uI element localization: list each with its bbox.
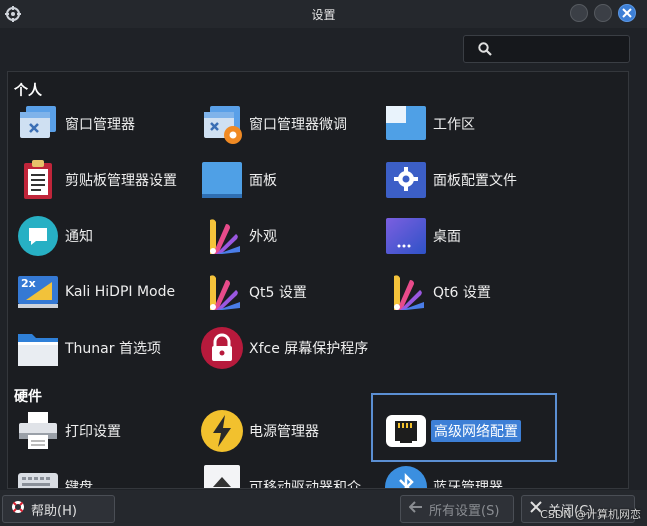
- clipboard-icon: [16, 158, 60, 202]
- workspaces-icon: [384, 102, 428, 146]
- item-label: Thunar 首选项: [65, 341, 161, 357]
- item-label: 外观: [249, 229, 277, 245]
- maximize-button[interactable]: [594, 4, 612, 22]
- search-icon: [478, 42, 492, 56]
- item-hidpi[interactable]: 2x Kali HiDPI Mode: [16, 270, 175, 314]
- window-manager-tweaks-icon: [200, 102, 244, 146]
- item-screensaver[interactable]: Xfce 屏幕保护程序: [200, 326, 368, 370]
- window-manager-icon: [16, 102, 60, 146]
- folder-icon: [16, 326, 60, 370]
- svg-text:2x: 2x: [21, 277, 36, 290]
- item-clipboard[interactable]: 剪贴板管理器设置: [16, 158, 177, 202]
- desktop-icon: [384, 214, 428, 258]
- item-label: 可移动驱动器和介: [249, 480, 361, 489]
- section-personal: 个人: [14, 83, 42, 99]
- help-button[interactable]: 帮助(H): [2, 495, 115, 523]
- item-label: 窗口管理器: [65, 117, 135, 133]
- title-bar: 设置: [0, 0, 647, 28]
- search-field[interactable]: [463, 35, 630, 63]
- power-icon: [200, 409, 244, 453]
- item-label: 剪贴板管理器设置: [65, 173, 177, 189]
- help-lifebuoy-icon: [11, 500, 25, 518]
- item-label: Qt6 设置: [433, 285, 491, 301]
- watermark-text: CSDN @计算机网恋: [540, 508, 641, 521]
- item-notifications[interactable]: 通知: [16, 214, 93, 258]
- item-label: 面板: [249, 173, 277, 189]
- minimize-button[interactable]: [570, 4, 588, 22]
- printer-icon: [16, 409, 60, 453]
- item-appearance[interactable]: 外观: [200, 214, 277, 258]
- item-power-manager[interactable]: 电源管理器: [200, 409, 319, 453]
- item-label: Qt5 设置: [249, 285, 307, 301]
- button-bar: 帮助(H) 所有设置(S) 关闭(C) CSDN @计算机网恋: [0, 490, 647, 526]
- all-settings-button[interactable]: 所有设置(S): [400, 495, 514, 523]
- search-input[interactable]: [498, 39, 628, 61]
- item-removable-drives[interactable]: 可移动驱动器和介: [200, 465, 361, 489]
- item-window-manager-tweaks[interactable]: 窗口管理器微调: [200, 102, 347, 146]
- item-label: 电源管理器: [249, 424, 319, 440]
- item-label: 打印设置: [65, 424, 121, 440]
- item-desktop[interactable]: 桌面: [384, 214, 461, 258]
- item-window-manager[interactable]: 窗口管理器: [16, 102, 135, 146]
- item-label: 工作区: [433, 117, 475, 133]
- item-label: Xfce 屏幕保护程序: [249, 341, 369, 357]
- section-hardware: 硬件: [14, 389, 42, 405]
- qt5-appearance-icon: [200, 270, 244, 314]
- item-panel-profiles[interactable]: 面板配置文件: [384, 158, 517, 202]
- appearance-icon: [200, 214, 244, 258]
- all-settings-label: 所有设置(S): [429, 503, 500, 519]
- close-window-button[interactable]: [618, 4, 636, 22]
- item-printing[interactable]: 打印设置: [16, 409, 121, 453]
- qt6-appearance-icon: [384, 270, 428, 314]
- arrow-left-icon: [408, 501, 423, 517]
- panel-profiles-icon: [384, 158, 428, 202]
- hidpi-icon: 2x: [16, 270, 60, 314]
- item-thunar[interactable]: Thunar 首选项: [16, 326, 161, 370]
- window-title: 设置: [311, 8, 336, 22]
- item-workspaces[interactable]: 工作区: [384, 102, 475, 146]
- item-label: 蓝牙管理器: [433, 480, 503, 489]
- item-panel[interactable]: 面板: [200, 158, 277, 202]
- help-button-label: 帮助(H): [31, 503, 77, 519]
- item-label: 键盘: [65, 480, 93, 489]
- item-keyboard[interactable]: 键盘: [16, 465, 93, 489]
- item-label: 窗口管理器微调: [249, 117, 347, 133]
- item-label: Kali HiDPI Mode: [65, 284, 176, 300]
- item-label: 桌面: [433, 229, 461, 245]
- panel-icon: [200, 158, 244, 202]
- bluetooth-icon: [384, 465, 428, 488]
- selection-focus-ring: [371, 393, 557, 462]
- item-label: 面板配置文件: [433, 173, 517, 189]
- item-label: 通知: [65, 229, 93, 245]
- keyboard-icon: [16, 465, 60, 488]
- settings-list: 个人 窗口管理器 窗口管理器微调 工作区 剪贴板管理器设置 面板 面板配置文件 …: [7, 71, 629, 489]
- item-qt6[interactable]: Qt6 设置: [384, 270, 491, 314]
- notification-icon: [16, 214, 60, 258]
- item-bluetooth[interactable]: 蓝牙管理器: [384, 465, 503, 489]
- item-qt5[interactable]: Qt5 设置: [200, 270, 307, 314]
- close-icon: [622, 8, 632, 18]
- lock-icon: [200, 326, 244, 370]
- eject-icon: [200, 465, 244, 488]
